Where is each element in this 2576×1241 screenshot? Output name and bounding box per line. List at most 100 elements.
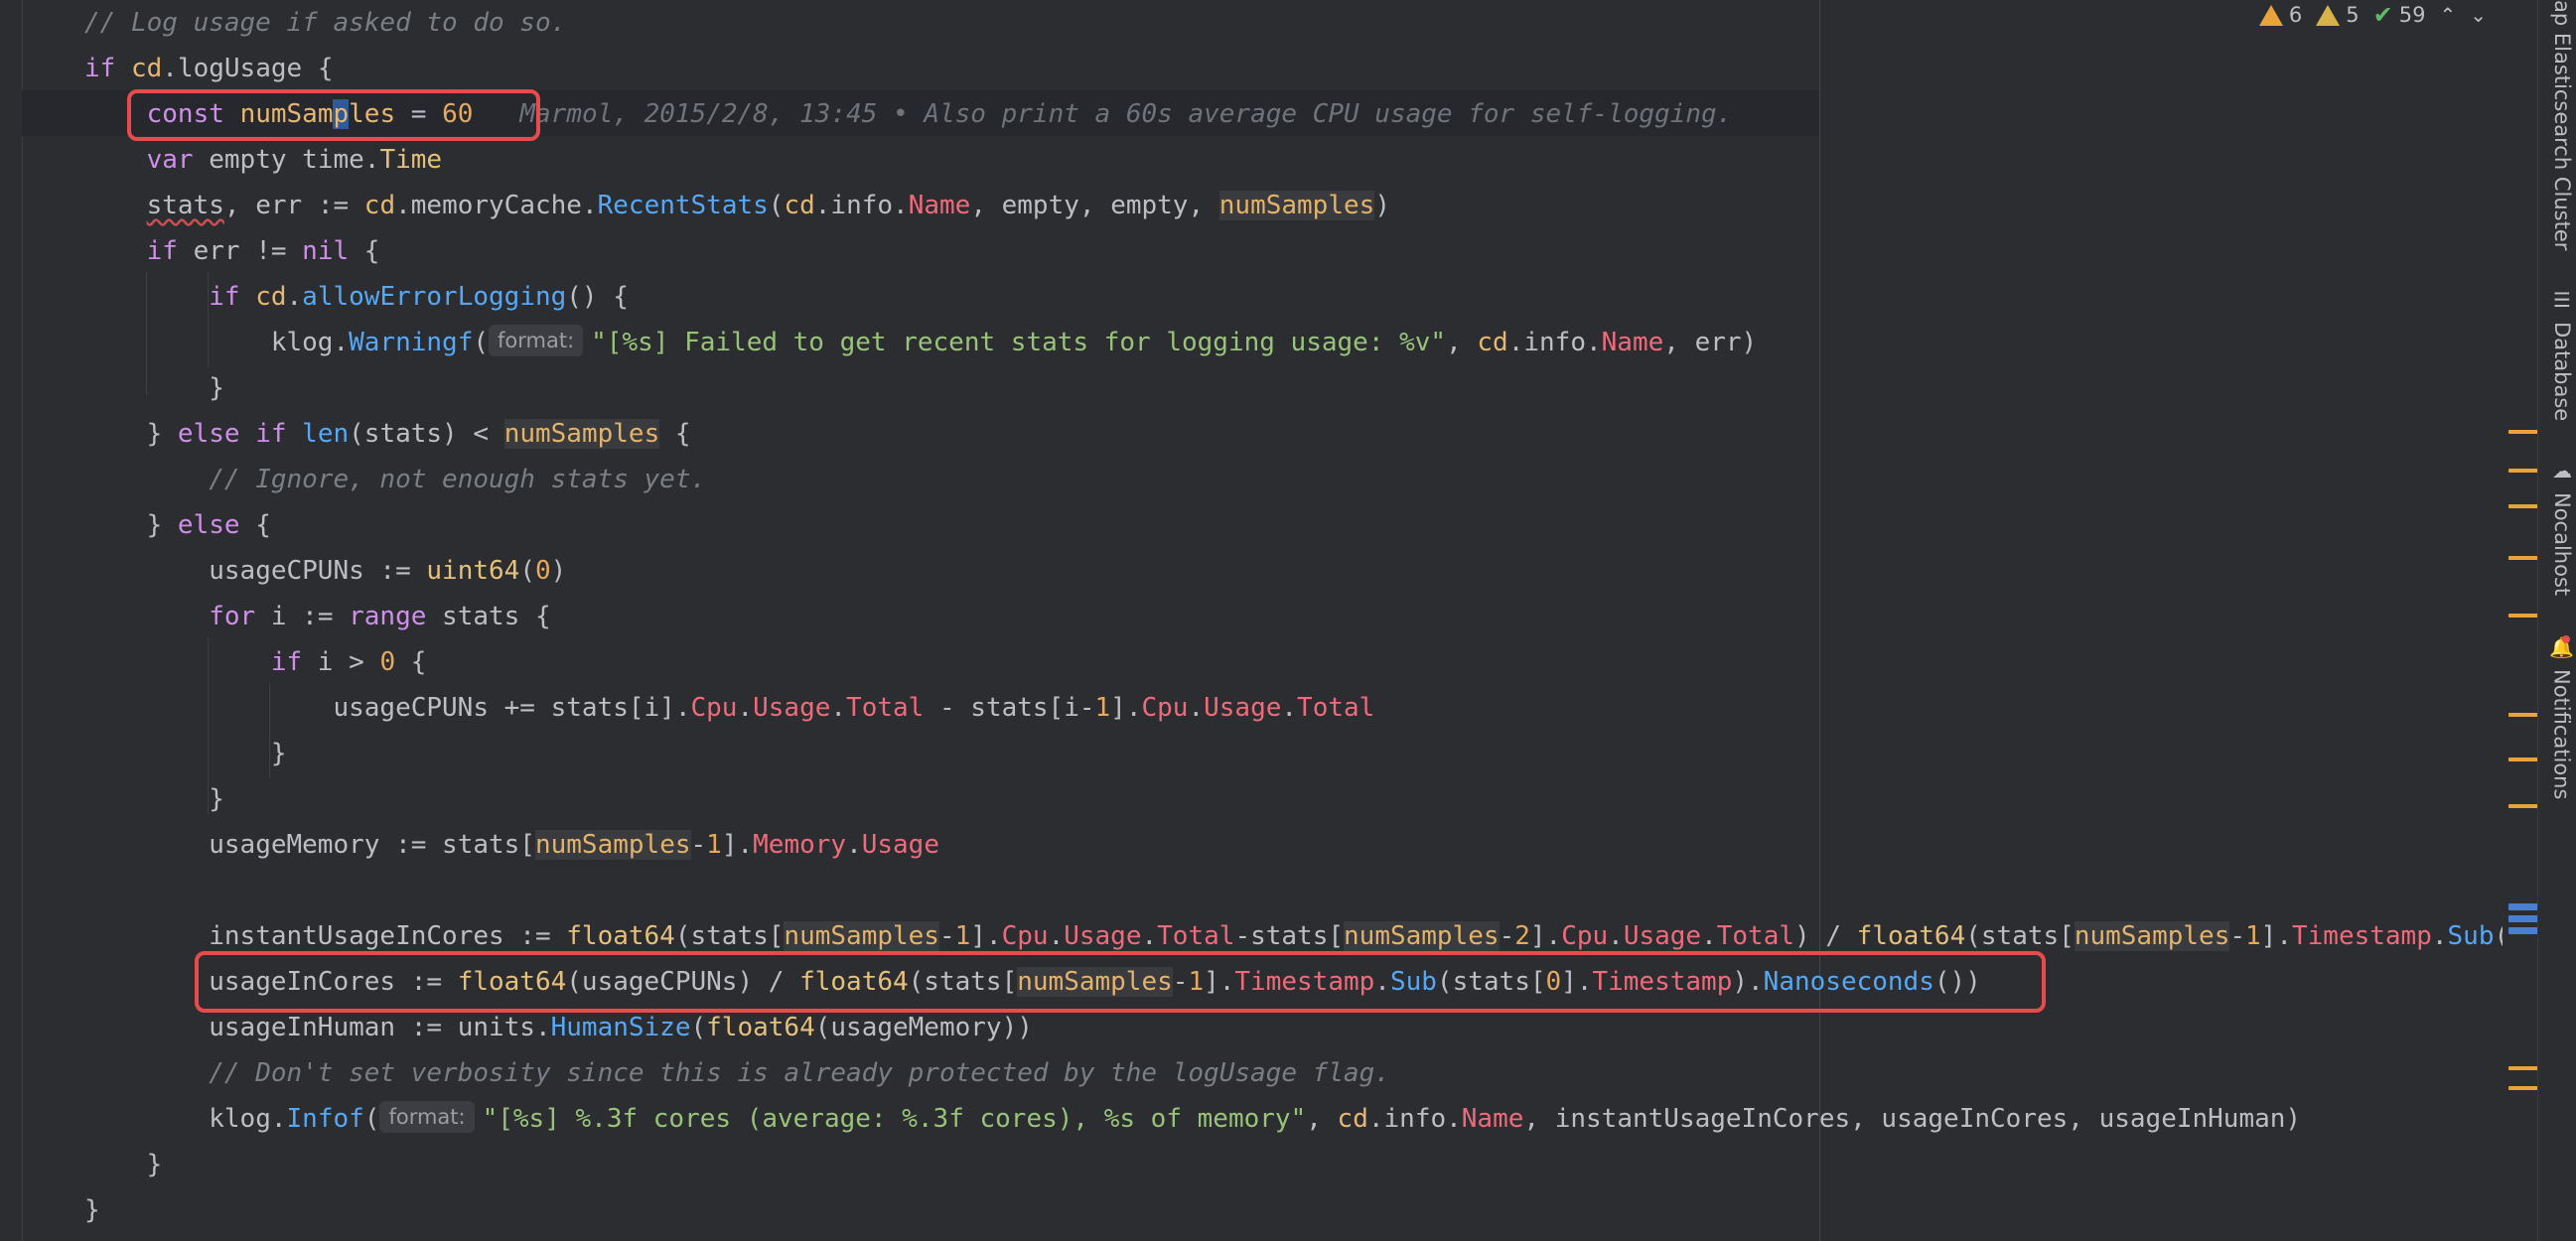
- tab-notifications[interactable]: 🔔 Notifications: [2549, 635, 2574, 799]
- field: Timestamp: [2291, 921, 2432, 951]
- code-line[interactable]: // Log usage if asked to do so.: [84, 0, 566, 46]
- function-call: HumanSize: [550, 1013, 691, 1042]
- identifier-with-warning[interactable]: stats: [147, 191, 224, 220]
- code-text: , empty, empty,: [970, 191, 1219, 220]
- inspection-widget[interactable]: 6 5 ✔ 59 ⌃ ⌄: [2258, 0, 2487, 30]
- tab-nocalhost[interactable]: ☁ Nocalhost: [2550, 459, 2574, 596]
- code-line[interactable]: for i := range stats {: [84, 594, 551, 639]
- keyword: if: [84, 54, 116, 83]
- number: 0: [379, 647, 396, 677]
- identifier: cd: [130, 54, 163, 83]
- code-line[interactable]: usageCPUNs += stats[i].Cpu.Usage.Total -…: [84, 685, 1374, 731]
- stripe-mark[interactable]: [2508, 713, 2538, 717]
- type: uint64: [426, 556, 520, 586]
- stripe-mark[interactable]: [2508, 1086, 2538, 1090]
- code-text: , err): [1663, 328, 1758, 357]
- stripe-mark[interactable]: [2508, 614, 2538, 618]
- tab-label: ap Elasticsearch Cluster: [2550, 0, 2574, 251]
- code-line[interactable]: klog.Warningf(format: "[%s] Failed to get…: [84, 320, 1757, 365]
- code-line[interactable]: }: [84, 1187, 100, 1233]
- parameter-hint: format:: [489, 325, 584, 356]
- code-text: stats {: [426, 602, 551, 631]
- code-line[interactable]: }: [84, 1142, 163, 1187]
- keyword: range: [349, 602, 427, 631]
- weak-warnings-counter[interactable]: 5: [2316, 3, 2360, 27]
- code-line[interactable]: var empty time.Time: [84, 137, 442, 183]
- stripe-mark[interactable]: [2508, 430, 2538, 434]
- stripe-mark[interactable]: [2508, 804, 2538, 808]
- field: Usage: [753, 693, 831, 723]
- constant-usage: numSamples: [2074, 921, 2230, 951]
- editor-gutter[interactable]: [0, 0, 23, 1241]
- weak-warning-icon: [2316, 4, 2341, 26]
- identifier: logUsage: [177, 54, 303, 83]
- stripe-mark-caret[interactable]: [2508, 927, 2538, 934]
- function-call: RecentStats: [597, 191, 769, 220]
- code-line[interactable]: klog.Infof(format: "[%s] %.3f cores (aver…: [84, 1096, 2301, 1142]
- keyword: if: [270, 647, 303, 677]
- code-line[interactable]: stats, err := cd.memoryCache.RecentStats…: [84, 183, 1390, 228]
- tab-elasticsearch-cluster[interactable]: ap Elasticsearch Cluster: [2550, 0, 2574, 250]
- field: Usage: [1204, 693, 1282, 723]
- code-line[interactable]: } else {: [84, 502, 271, 548]
- checks-counter[interactable]: ✔ 59: [2373, 1, 2426, 29]
- stripe-mark[interactable]: [2508, 1066, 2538, 1070]
- number: 0: [534, 556, 551, 586]
- stripe-mark[interactable]: [2508, 556, 2538, 560]
- code-editor[interactable]: // Log usage if asked to do so. if cd.lo…: [0, 0, 2503, 1241]
- highlight-box-const: [127, 89, 540, 141]
- warnings-counter[interactable]: 6: [2258, 3, 2302, 27]
- code-text: , instantUsageInCores, usageInCores, usa…: [1523, 1104, 2302, 1134]
- keyword: if: [146, 236, 178, 266]
- number: 1: [954, 921, 971, 951]
- type: float64: [706, 1013, 815, 1042]
- field: Name: [908, 191, 971, 220]
- git-blame-annotation[interactable]: Marmol, 2015/2/8, 13:45 • Also print a 6…: [519, 99, 1732, 129]
- checks-count: 59: [2398, 3, 2426, 27]
- field: Usage: [1064, 921, 1142, 951]
- code-line[interactable]: }: [84, 731, 287, 776]
- code-text: err !=: [177, 236, 303, 266]
- code-text: .memoryCache.: [395, 191, 598, 220]
- tab-database[interactable]: ☰ Database: [2550, 288, 2574, 421]
- keyword: for: [209, 602, 256, 631]
- code-line[interactable]: usageMemory := stats[numSamples-1].Memor…: [84, 822, 939, 868]
- code-line[interactable]: // Don't set verbosity since this is alr…: [84, 1050, 1390, 1096]
- field: Cpu: [1141, 693, 1189, 723]
- comment: // Ignore, not enough stats yet.: [209, 465, 707, 494]
- error-stripe[interactable]: [2508, 0, 2538, 1241]
- code-text: usageMemory := stats[: [209, 830, 535, 860]
- code-line[interactable]: if cd.allowErrorLogging() {: [84, 274, 629, 320]
- chevron-up-icon[interactable]: ⌃: [2439, 3, 2456, 27]
- code-line[interactable]: if cd.logUsage {: [84, 46, 333, 91]
- field: Total: [1297, 693, 1375, 723]
- chevron-down-icon[interactable]: ⌄: [2470, 3, 2487, 27]
- code-line[interactable]: if i > 0 {: [84, 639, 427, 685]
- stripe-mark-caret[interactable]: [2508, 915, 2538, 922]
- code-text: (usageMemory)): [814, 1013, 1033, 1042]
- code-line[interactable]: } else if len(stats) < numSamples {: [84, 411, 691, 457]
- keyword: var: [146, 145, 194, 175]
- function-call: Warningf: [349, 328, 474, 357]
- type: Time: [379, 145, 443, 175]
- identifier: empty time.: [193, 145, 380, 175]
- stripe-mark-caret[interactable]: [2508, 903, 2538, 910]
- code-line[interactable]: }: [84, 365, 224, 411]
- code-text: .info.: [814, 191, 909, 220]
- stripe-mark[interactable]: [2508, 469, 2538, 473]
- stripe-mark[interactable]: [2508, 504, 2538, 508]
- code-line[interactable]: // Ignore, not enough stats yet.: [84, 457, 706, 502]
- warning-icon: [2258, 4, 2283, 26]
- comment: // Log usage if asked to do so.: [84, 8, 567, 38]
- code-line[interactable]: usageCPUNs := uint64(0): [84, 548, 566, 594]
- code-text: i >: [302, 647, 380, 677]
- code-line[interactable]: }: [84, 776, 224, 822]
- code-text: - stats[i-: [924, 693, 1095, 723]
- code-line[interactable]: if err != nil {: [84, 228, 380, 274]
- field: Cpu: [1001, 921, 1049, 951]
- stripe-mark[interactable]: [2508, 758, 2538, 761]
- right-margin-guide: [1819, 0, 1820, 1241]
- function-call: allowErrorLogging: [302, 282, 567, 312]
- code-text: klog.: [209, 1104, 287, 1134]
- type: float64: [1856, 921, 1966, 951]
